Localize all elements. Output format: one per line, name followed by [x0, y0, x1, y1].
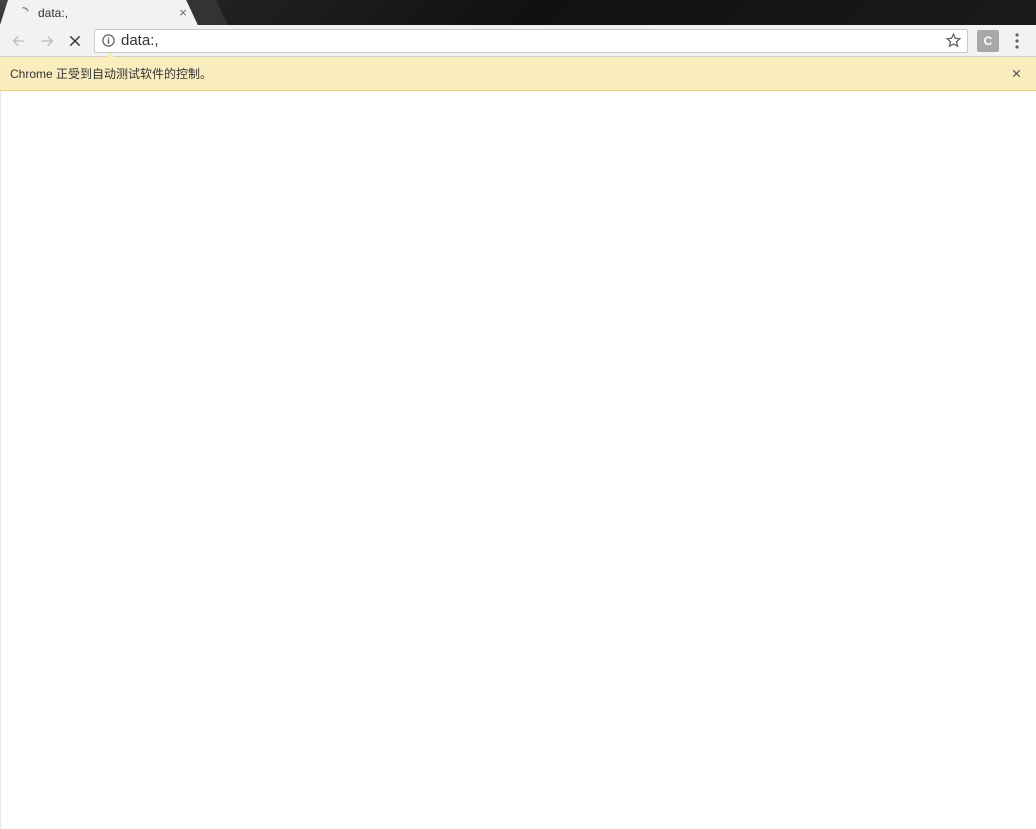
back-button[interactable] [6, 28, 32, 54]
site-info-icon[interactable] [99, 32, 117, 50]
menu-button[interactable] [1004, 28, 1030, 54]
infobar-message: Chrome 正受到自动测试软件的控制。 [10, 65, 1006, 82]
address-bar[interactable] [94, 29, 968, 53]
page-content [0, 91, 1036, 829]
url-input[interactable] [117, 32, 943, 49]
forward-button[interactable] [34, 28, 60, 54]
tab-title: data:, [38, 6, 176, 20]
infobar-close-button[interactable] [1006, 64, 1026, 84]
tab-strip: data:, × [0, 0, 1036, 25]
loading-spinner-icon [16, 6, 30, 20]
extension-button[interactable]: C [977, 30, 999, 52]
browser-tab[interactable]: data:, × [0, 0, 200, 25]
bookmark-star-icon[interactable] [943, 31, 963, 51]
toolbar: C [0, 25, 1036, 57]
tab-close-button[interactable]: × [176, 6, 190, 20]
automation-infobar: Chrome 正受到自动测试软件的控制。 [0, 57, 1036, 91]
stop-button[interactable] [62, 28, 88, 54]
tab-strip-background [200, 0, 1036, 25]
